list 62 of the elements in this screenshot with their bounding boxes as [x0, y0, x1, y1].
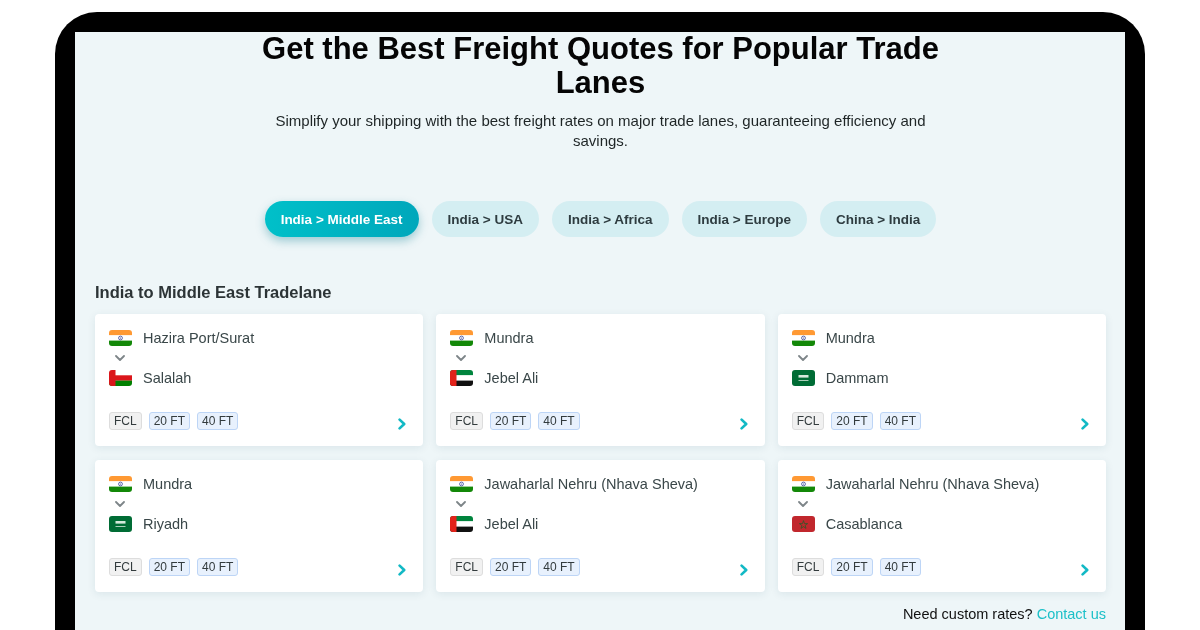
- lane-tab[interactable]: India > USA: [431, 201, 539, 237]
- port-name: Mundra: [143, 475, 193, 493]
- port-name: Jawaharlal Nehru (Nhava Sheva): [825, 475, 1040, 493]
- container-tag: FCL: [791, 412, 825, 430]
- chevron-down-icon: [456, 355, 467, 361]
- chevron-right-icon[interactable]: [1081, 564, 1089, 576]
- flag-icon: [109, 516, 132, 532]
- container-tag: FCL: [109, 558, 142, 576]
- port-name: Salalah: [143, 369, 192, 387]
- container-tag: FCL: [109, 412, 142, 430]
- port-name: Jebel Ali: [484, 515, 539, 533]
- chevron-down-icon: [115, 501, 125, 507]
- container-tag: 20 FT: [490, 412, 532, 430]
- container-tag: 40 FT: [197, 412, 239, 430]
- flag-icon: [450, 330, 474, 346]
- flag-icon: [109, 370, 132, 386]
- port-name: Casablanca: [825, 515, 903, 533]
- container-tag: FCL: [791, 558, 825, 576]
- container-tag: 20 FT: [148, 558, 190, 576]
- port-name: Jebel Ali: [484, 369, 539, 387]
- chevron-down-icon: [797, 355, 808, 361]
- chevron-right-icon[interactable]: [398, 418, 407, 430]
- chevron-down-icon: [115, 355, 125, 361]
- chevron-right-icon[interactable]: [739, 418, 748, 430]
- container-tag: 20 FT: [831, 558, 873, 576]
- container-tag: 40 FT: [538, 412, 580, 430]
- flag-icon: [450, 370, 474, 386]
- flag-icon: [791, 516, 815, 532]
- chevron-right-icon[interactable]: [398, 564, 407, 576]
- page-title: Get the Best Freight Quotes for Popular Trade Lanes: [261, 32, 940, 100]
- chevron-down-icon: [456, 501, 467, 507]
- page-subtitle: Simplify your shipping with the best freight rates on major trade lanes, guaranteeing efficiency and savings.: [274, 111, 927, 151]
- container-tag: FCL: [450, 558, 483, 576]
- port-name: Riyadh: [143, 515, 189, 533]
- container-tag: 40 FT: [879, 558, 921, 576]
- flag-icon: [450, 516, 474, 532]
- chevron-down-icon: [797, 501, 808, 507]
- chevron-right-icon[interactable]: [739, 564, 748, 576]
- lane-tab[interactable]: China > India: [820, 201, 937, 237]
- flag-icon: [109, 330, 132, 346]
- port-name: Dammam: [825, 369, 889, 387]
- container-tag: 40 FT: [879, 412, 921, 430]
- container-tag: 40 FT: [538, 558, 580, 576]
- flag-icon: [450, 476, 474, 492]
- port-name: Mundra: [825, 329, 875, 347]
- section-heading: India to Middle East Tradelane: [95, 282, 333, 302]
- container-tag: FCL: [450, 412, 483, 430]
- container-tag: 20 FT: [490, 558, 532, 576]
- flag-icon: [109, 476, 132, 492]
- port-name: Hazira Port/Surat: [143, 329, 255, 347]
- chevron-right-icon[interactable]: [1081, 418, 1089, 430]
- port-name: Mundra: [484, 329, 534, 347]
- container-tag: 40 FT: [197, 558, 239, 576]
- port-name: Jawaharlal Nehru (Nhava Sheva): [484, 475, 698, 493]
- flag-icon: [791, 476, 815, 492]
- container-tag: 20 FT: [148, 412, 190, 430]
- flag-icon: [791, 370, 815, 386]
- container-tag: 20 FT: [831, 412, 873, 430]
- flag-icon: [791, 330, 815, 346]
- lane-tab[interactable]: India > Europe: [681, 201, 807, 237]
- custom-rates-note: Need custom rates? Contact us: [901, 605, 1106, 624]
- lane-tab[interactable]: India > Africa: [551, 201, 669, 237]
